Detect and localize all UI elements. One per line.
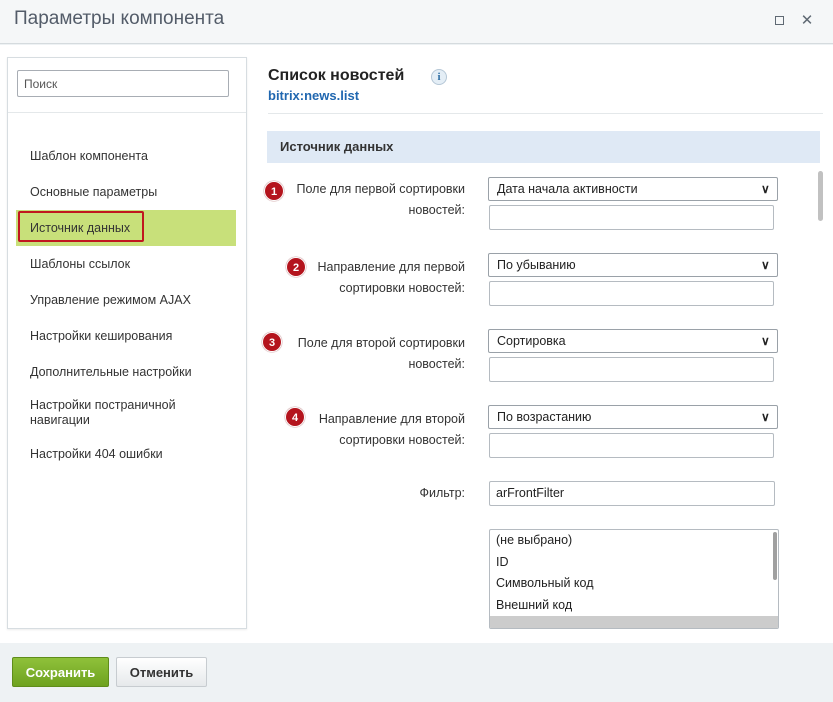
save-button[interactable]: Сохранить: [12, 657, 109, 687]
sort-field-1-custom-input[interactable]: [489, 205, 774, 230]
sort-field-2-custom-input[interactable]: [489, 357, 774, 382]
sidebar-item-label: Настройки 404 ошибки: [30, 447, 163, 461]
select-value: По убыванию: [497, 258, 576, 272]
sidebar-item-label: Управление режимом AJAX: [30, 293, 191, 307]
chevron-down-icon: ∨: [761, 334, 770, 348]
sidebar-item-cache[interactable]: Настройки кеширования: [8, 318, 246, 354]
cancel-button[interactable]: Отменить: [116, 657, 207, 687]
chevron-down-icon: ∨: [761, 410, 770, 424]
filter-label: Фильтр:: [419, 486, 465, 500]
select-value: Сортировка: [497, 334, 566, 348]
list-item[interactable]: Символьный код: [490, 573, 778, 595]
param-label-sort-field-1: Поле для первой сортировки новостей:: [296, 182, 465, 217]
sidebar-item-label: Настройки кеширования: [30, 329, 173, 343]
param-label-sort-field-2: Поле для второй сортировки новостей:: [297, 336, 465, 371]
dialog-title: Параметры компонента: [14, 8, 225, 29]
listbox-scrollbar[interactable]: [773, 532, 777, 580]
sidebar-item-label: Основные параметры: [30, 185, 158, 199]
select-value: По возрастанию: [497, 410, 592, 424]
chevron-down-icon: ∨: [761, 258, 770, 272]
section-header: Источник данных: [267, 131, 820, 163]
sidebar-item-label: Шаблоны ссылок: [30, 257, 131, 271]
sidebar-item-template[interactable]: Шаблон компонента: [8, 138, 246, 174]
chevron-down-icon: ∨: [761, 182, 770, 196]
component-code: bitrix:news.list: [268, 88, 360, 103]
param-label-sort-order-2: Направление для второй сортировки новост…: [318, 412, 465, 447]
sidebar-item-label: Настройки постраничной навигации: [30, 398, 176, 427]
param-label-sort-order-1: Направление для первой сортировки новост…: [317, 260, 466, 295]
list-item-selected[interactable]: [490, 616, 778, 628]
field-code-listbox[interactable]: (не выбрано) ID Символьный код Внешний к…: [489, 529, 779, 629]
sort-field-2-select[interactable]: Сортировка ∨: [488, 329, 778, 353]
main-panel: Список новостей i bitrix:news.list Источ…: [255, 45, 833, 643]
sidebar-item-label: Дополнительные настройки: [30, 365, 192, 379]
close-icon: ✕: [800, 12, 814, 29]
sidebar-nav: Шаблон компонента Основные параметры Ист…: [8, 138, 246, 472]
sidebar: Шаблон компонента Основные параметры Ист…: [7, 57, 247, 629]
component-title: Список новостей: [268, 67, 405, 84]
dialog-footer: Сохранить Отменить: [0, 643, 833, 702]
highlight-frame: [18, 211, 144, 242]
divider: [8, 112, 246, 113]
maximize-icon: [774, 16, 784, 25]
sidebar-item-data-source[interactable]: Источник данных: [16, 210, 236, 246]
close-button[interactable]: ✕: [800, 12, 814, 29]
dialog-content: Шаблон компонента Основные параметры Ист…: [0, 45, 833, 643]
sidebar-item-label: Шаблон компонента: [30, 149, 148, 163]
list-item[interactable]: ID: [490, 552, 778, 574]
sidebar-item-ajax[interactable]: Управление режимом AJAX: [8, 282, 246, 318]
sort-order-1-select[interactable]: По убыванию ∨: [488, 253, 778, 277]
sort-order-2-custom-input[interactable]: [489, 433, 774, 458]
select-value: Дата начала активности: [497, 182, 638, 196]
sidebar-item-additional[interactable]: Дополнительные настройки: [8, 354, 246, 390]
sort-field-1-select[interactable]: Дата начала активности ∨: [488, 177, 778, 201]
sidebar-item-url-templates[interactable]: Шаблоны ссылок: [8, 246, 246, 282]
filter-input[interactable]: arFrontFilter: [489, 481, 775, 506]
divider: [268, 113, 823, 114]
maximize-button[interactable]: [772, 14, 786, 28]
sidebar-item-basic[interactable]: Основные параметры: [8, 174, 246, 210]
list-item[interactable]: Внешний код: [490, 595, 778, 617]
dialog-titlebar: Параметры компонента ✕: [0, 0, 833, 44]
main-scrollbar[interactable]: [818, 171, 823, 221]
search-input[interactable]: [17, 70, 229, 97]
info-icon[interactable]: i: [431, 69, 447, 85]
list-item[interactable]: (не выбрано): [490, 530, 778, 552]
sort-order-2-select[interactable]: По возрастанию ∨: [488, 405, 778, 429]
sidebar-item-404[interactable]: Настройки 404 ошибки: [8, 436, 246, 472]
sort-order-1-custom-input[interactable]: [489, 281, 774, 306]
sidebar-item-pager[interactable]: Настройки постраничной навигации: [8, 390, 246, 436]
